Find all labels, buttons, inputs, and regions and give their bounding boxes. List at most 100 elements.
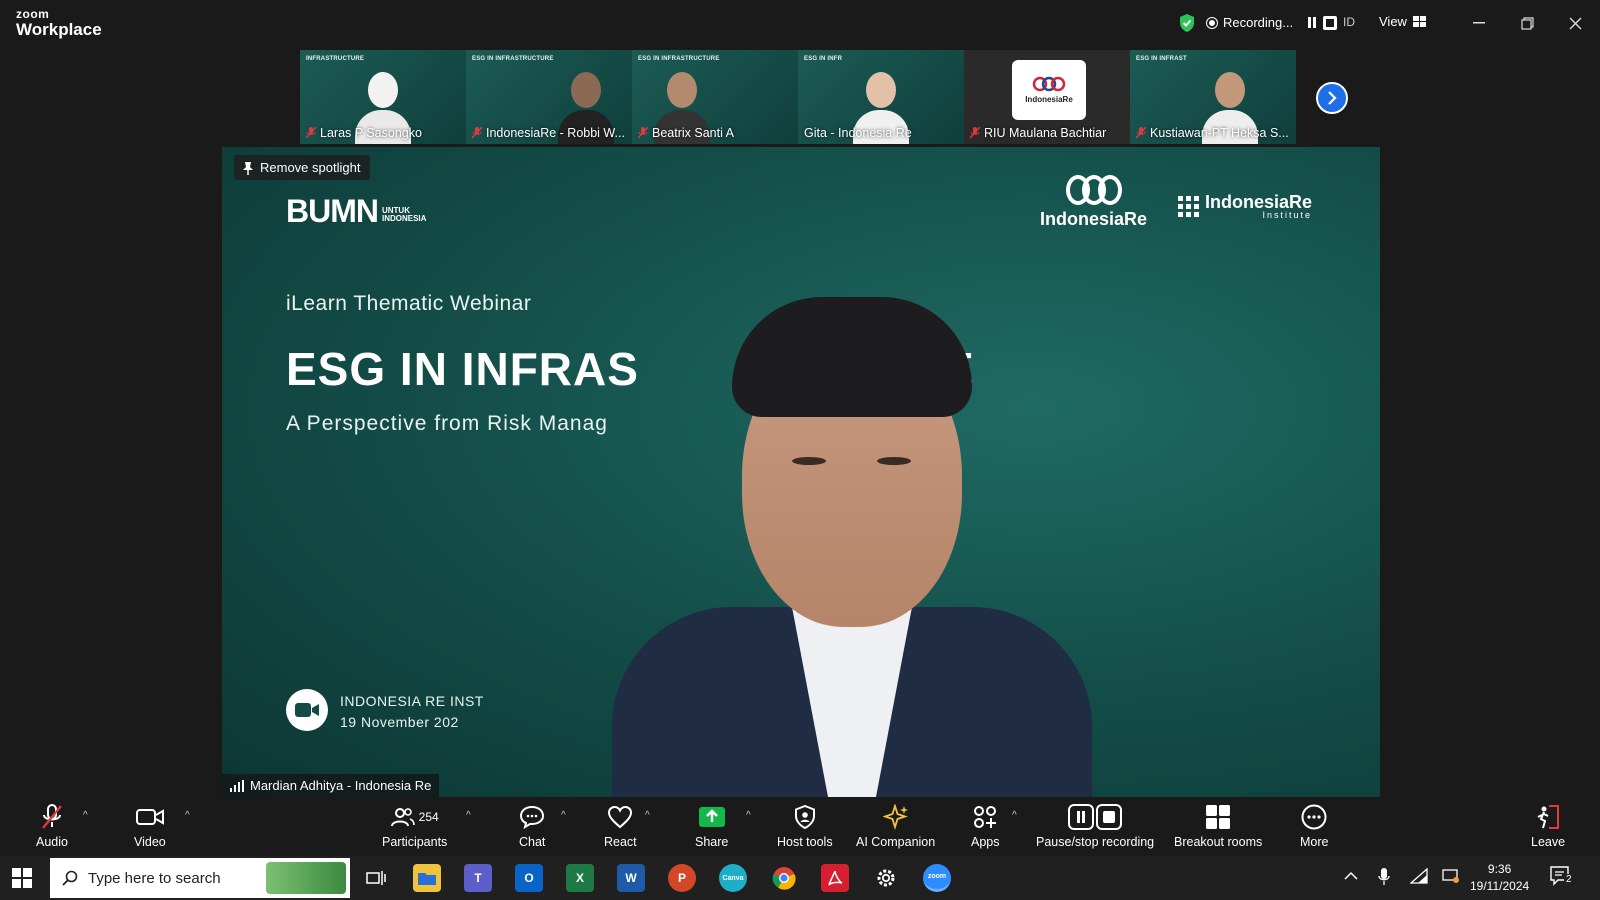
wifi-icon[interactable] (1409, 867, 1428, 887)
audio-options-caret-icon[interactable]: ^ (83, 810, 88, 821)
more-button[interactable]: More (1300, 804, 1328, 849)
speaker-video (612, 297, 1092, 797)
more-icon (1301, 804, 1327, 830)
task-view-icon[interactable] (362, 864, 390, 892)
muted-mic-icon (970, 127, 980, 139)
audio-button[interactable]: Audio (36, 804, 68, 849)
minimize-icon[interactable] (1466, 10, 1492, 36)
slide-series-label: iLearn Thematic Webinar (286, 292, 532, 315)
outlook-icon[interactable]: O (515, 864, 543, 892)
word-icon[interactable]: W (617, 864, 645, 892)
pause-recording-icon[interactable] (1305, 16, 1319, 30)
participants-button[interactable]: 254 Participants (382, 804, 447, 849)
tile-slide-text: ESG IN INFRASTRUCTURE (638, 56, 720, 62)
participants-icon (390, 808, 415, 827)
bumn-logo: BUMN UNTUK INDONESIA (286, 193, 427, 229)
participant-count: 254 (418, 810, 439, 824)
remove-spotlight-label: Remove spotlight (260, 160, 361, 175)
muted-mic-icon (1136, 127, 1146, 139)
muted-microphone-icon (42, 804, 62, 829)
participants-options-caret-icon[interactable]: ^ (466, 810, 471, 821)
file-explorer-icon[interactable] (413, 864, 441, 892)
clock-time: 9:36 (1487, 862, 1512, 876)
indonesiare-institute-logo: IndonesiaRe Institute (1178, 193, 1312, 220)
chat-options-caret-icon[interactable]: ^ (561, 810, 566, 821)
settings-gear-icon[interactable] (872, 864, 900, 892)
excel-icon[interactable]: X (566, 864, 594, 892)
title-bar: zoom Workplace Recording... ID View (0, 0, 1600, 48)
apps-button[interactable]: Apps (971, 804, 1000, 849)
canva-icon[interactable]: Canva (719, 864, 747, 892)
spotlight-video[interactable]: Remove spotlight BUMN UNTUK INDONESIA Ind… (222, 147, 1380, 797)
pause-stop-recording-button[interactable]: Pause/stop recording (1036, 804, 1154, 849)
encryption-shield-icon[interactable] (1178, 13, 1196, 33)
share-button[interactable]: Share (695, 804, 728, 849)
zoom-logo: zoom Workplace (16, 8, 102, 38)
apps-icon (974, 806, 997, 828)
participant-avatar: IndonesiaRe (1012, 60, 1086, 120)
participant-tile[interactable]: IndonesiaRe RIU Maulana Bachtiar (964, 50, 1130, 144)
chrome-icon[interactable] (770, 864, 798, 892)
clock-date: 19/11/2024 (1470, 879, 1530, 893)
active-speaker-label: Mardian Adhitya - Indonesia Re (222, 774, 440, 797)
restore-icon[interactable] (1514, 10, 1540, 36)
share-screen-icon (698, 807, 725, 827)
system-clock[interactable]: 9:36 19/11/2024 (1470, 861, 1529, 895)
close-icon[interactable] (1562, 10, 1588, 36)
acrobat-icon[interactable] (821, 864, 849, 892)
share-options-caret-icon[interactable]: ^ (746, 810, 751, 821)
participant-name: Laras P Sasongko (306, 126, 422, 140)
search-icon (62, 870, 78, 886)
notification-center-icon[interactable]: 2 (1550, 866, 1576, 888)
meeting-id-label[interactable]: ID (1343, 15, 1355, 29)
participant-name: Gita - Indonesia Re (804, 126, 912, 140)
next-page-chevron-icon[interactable] (1316, 82, 1348, 114)
react-button[interactable]: React (604, 804, 637, 849)
indonesiare-logo-icon (1032, 76, 1066, 92)
signal-strength-icon (230, 779, 244, 792)
participant-tile[interactable]: ESG IN INFRASTRUCTURE IndonesiaRe - Robb… (466, 50, 632, 144)
recording-label: Recording... (1223, 15, 1294, 30)
breakout-rooms-button[interactable]: Breakout rooms (1174, 804, 1262, 849)
brand-top: zoom (16, 7, 50, 21)
recording-indicator[interactable]: Recording... (1207, 15, 1338, 30)
stop-recording-icon[interactable] (1323, 15, 1338, 30)
video-camera-icon (135, 809, 164, 825)
view-button[interactable]: View (1379, 14, 1426, 29)
host-tools-button[interactable]: Host tools (777, 804, 833, 849)
apps-options-caret-icon[interactable]: ^ (1012, 810, 1017, 821)
show-hidden-icons-chevron-icon[interactable] (1344, 868, 1358, 883)
ai-companion-button[interactable]: AI Companion (856, 804, 935, 849)
microphone-tray-icon[interactable] (1378, 868, 1390, 889)
participant-name: Beatrix Santi A (638, 126, 734, 140)
video-button[interactable]: Video (134, 804, 166, 849)
taskbar-search-box[interactable]: Type here to search (50, 858, 350, 898)
participant-tile[interactable]: INFRASTRUCTURE Laras P Sasongko (300, 50, 466, 144)
grid-view-icon (1412, 16, 1426, 27)
muted-mic-icon (472, 127, 482, 139)
tile-slide-text: INFRASTRUCTURE (306, 56, 365, 62)
participant-name: Kustiawan-PT Heksa S... (1136, 126, 1289, 140)
muted-mic-icon (638, 127, 648, 139)
participant-tile[interactable]: ESG IN INFR Gita - Indonesia Re (798, 50, 964, 144)
teams-icon[interactable]: T (464, 864, 492, 892)
network-icon[interactable] (1442, 868, 1460, 887)
video-camera-icon (286, 689, 328, 731)
react-options-caret-icon[interactable]: ^ (645, 810, 650, 821)
remove-spotlight-button[interactable]: Remove spotlight (234, 155, 371, 180)
search-highlight-image (266, 862, 346, 894)
avatar-logo-text: IndonesiaRe (1025, 95, 1073, 104)
zoom-taskbar-icon[interactable]: zoom (923, 864, 951, 892)
windows-start-icon[interactable] (12, 868, 32, 888)
view-label: View (1379, 14, 1407, 29)
participant-strip: INFRASTRUCTURE Laras P Sasongko ESG IN I… (300, 50, 1300, 144)
participant-tile[interactable]: ESG IN INFRASTRUCTURE Beatrix Santi A (632, 50, 798, 144)
heart-icon (608, 805, 633, 829)
tile-slide-text: ESG IN INFR (804, 56, 843, 62)
participant-tile[interactable]: ESG IN INFRAST Kustiawan-PT Heksa S... (1130, 50, 1296, 144)
leave-button[interactable]: Leave (1531, 804, 1565, 849)
video-options-caret-icon[interactable]: ^ (185, 810, 190, 821)
powerpoint-icon[interactable]: P (668, 864, 696, 892)
chat-button[interactable]: Chat (519, 804, 545, 849)
tile-slide-text: ESG IN INFRASTRUCTURE (472, 56, 554, 62)
